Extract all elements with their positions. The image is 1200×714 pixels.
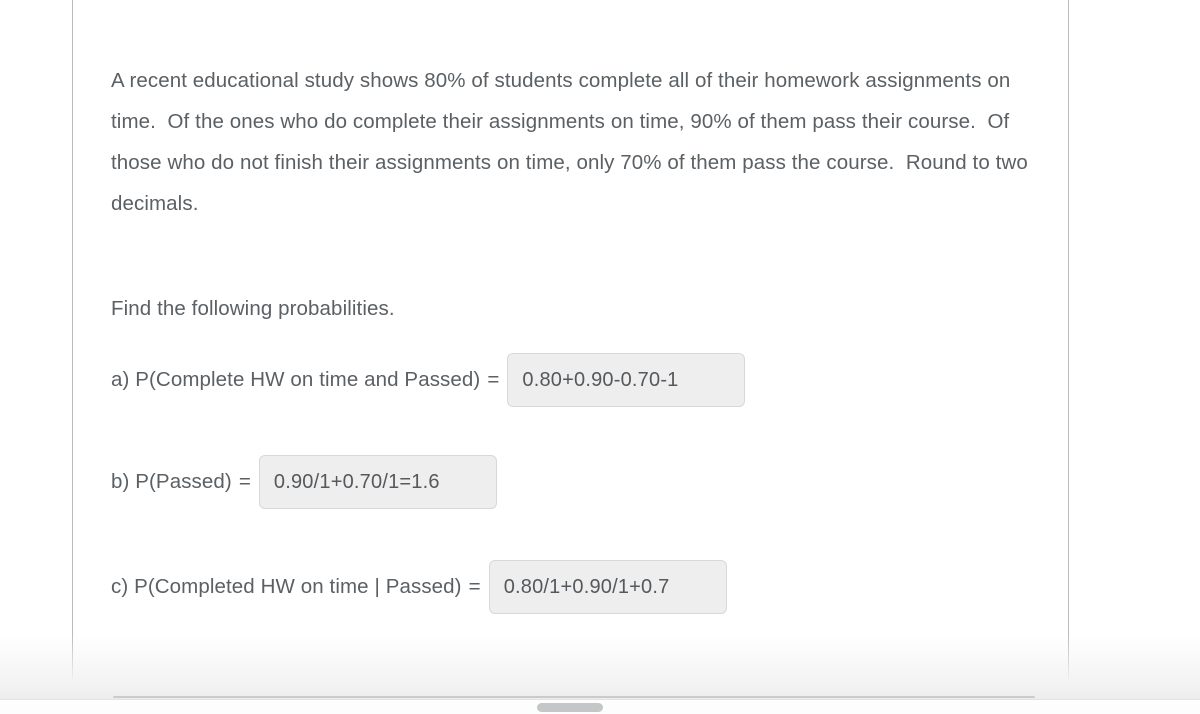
instruction-line: Find the following probabilities.: [111, 297, 395, 320]
question-c-equals-sign: =: [468, 575, 481, 598]
question-row-c: c) P(Completed HW on time | Passed) = 0.…: [111, 560, 727, 614]
question-b-label: b) P(Passed): [111, 470, 232, 493]
page-root: A recent educational study shows 80% of …: [0, 0, 1200, 714]
horizontal-scrollbar-track[interactable]: [0, 699, 1200, 714]
bottom-divider-rule: [113, 696, 1035, 698]
answer-input-a[interactable]: 0.80+0.90-0.70-1: [507, 353, 746, 407]
problem-statement: A recent educational study shows 80% of …: [111, 69, 1034, 215]
answer-input-b[interactable]: 0.90/1+0.70/1=1.6: [258, 455, 497, 509]
question-a-equals-sign: =: [487, 368, 500, 391]
question-a-label: a) P(Complete HW on time and Passed): [111, 368, 481, 391]
question-b-equals-sign: =: [238, 470, 251, 493]
question-row-a: a) P(Complete HW on time and Passed) = 0…: [111, 353, 746, 407]
question-content-area: A recent educational study shows 80% of …: [73, 0, 1068, 714]
right-page-rule: [1068, 0, 1069, 714]
horizontal-scrollbar-thumb[interactable]: [537, 703, 603, 712]
question-c-label: c) P(Completed HW on time | Passed): [111, 575, 462, 598]
answer-input-c[interactable]: 0.80/1+0.90/1+0.7: [488, 560, 727, 614]
question-row-b: b) P(Passed) = 0.90/1+0.70/1=1.6: [111, 455, 497, 509]
